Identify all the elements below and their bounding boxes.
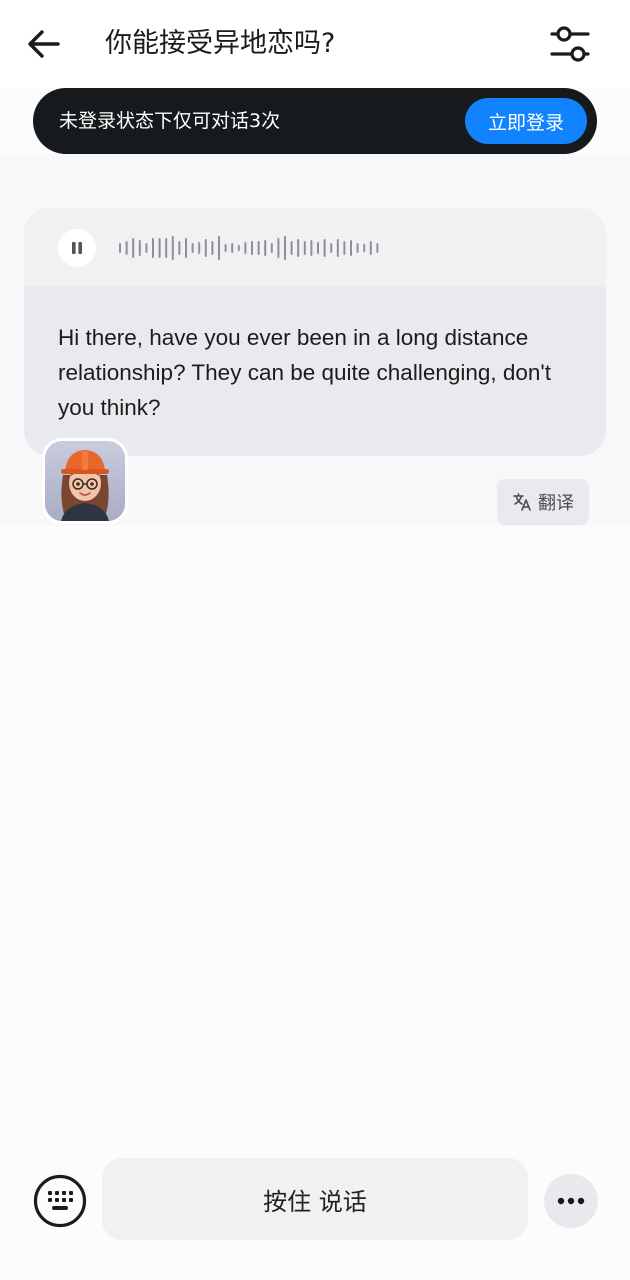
translate-label: 翻译 xyxy=(538,493,574,514)
audio-player xyxy=(24,208,606,287)
sliders-icon xyxy=(550,26,590,62)
back-button[interactable] xyxy=(20,22,68,66)
more-options-button[interactable] xyxy=(544,1174,598,1228)
page-title: 你能接受异地恋吗? xyxy=(105,28,336,59)
translate-button[interactable]: 翻译 xyxy=(497,479,589,525)
pause-icon xyxy=(72,242,82,254)
keyboard-toggle-button[interactable] xyxy=(33,1174,87,1228)
ai-message-bubble: Hi there, have you ever been in a long d… xyxy=(24,208,606,456)
keyboard-icon xyxy=(33,1174,87,1228)
message-text: Hi there, have you ever been in a long d… xyxy=(58,325,551,420)
chat-screen: 你能接受异地恋吗? 未登录状态下仅可对话3次 立即登录 Hi there, ha… xyxy=(0,0,630,1280)
arrow-left-icon xyxy=(28,30,60,58)
top-bar: 你能接受异地恋吗? xyxy=(0,0,630,88)
chat-area: Hi there, have you ever been in a long d… xyxy=(0,154,630,526)
hold-to-talk-button[interactable]: 按住 说话 xyxy=(102,1158,528,1240)
assistant-avatar[interactable] xyxy=(42,438,128,524)
more-dots-icon xyxy=(557,1197,585,1205)
settings-button[interactable] xyxy=(544,20,596,68)
translate-icon xyxy=(513,493,531,511)
login-limit-text: 未登录状态下仅可对话3次 xyxy=(59,110,281,132)
login-now-button[interactable]: 立即登录 xyxy=(465,98,587,144)
audio-pause-button[interactable] xyxy=(58,229,96,267)
waveform-icon xyxy=(119,236,379,260)
login-banner: 未登录状态下仅可对话3次 立即登录 xyxy=(33,88,597,154)
avatar-girl-hardhat xyxy=(45,441,125,521)
